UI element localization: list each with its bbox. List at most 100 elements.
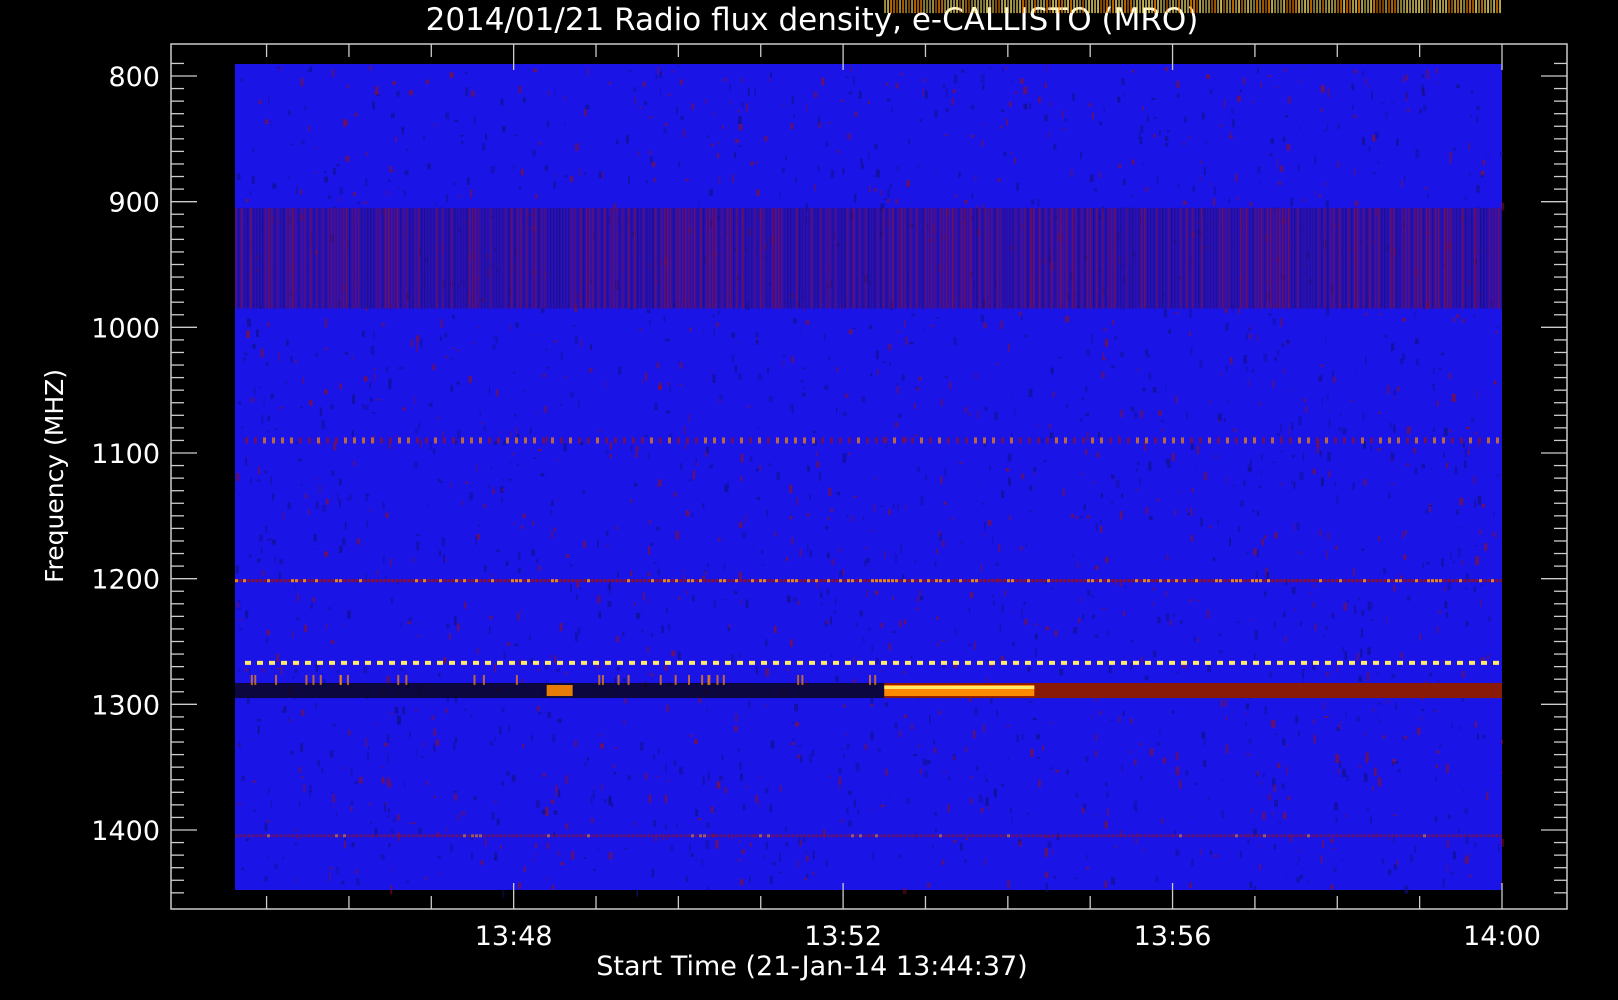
rfi-stripe — [1087, 207, 1089, 309]
emission-line — [863, 579, 866, 583]
emission-line — [887, 834, 890, 838]
dotted-emission — [473, 660, 479, 665]
rfi-stripe — [805, 207, 807, 309]
x-axis-label: Start Time (21-Jan-14 13:44:37) — [596, 951, 1027, 982]
dotted-emission — [362, 437, 365, 444]
rfi-stripe — [889, 207, 891, 309]
dotted-emission — [845, 660, 851, 665]
rfi-stripe — [679, 207, 681, 309]
emission-line — [1355, 579, 1358, 583]
rfi-stripe — [832, 207, 834, 309]
burst-spike — [1085, 0, 1087, 14]
burst-spike — [935, 0, 937, 14]
burst-spike — [1088, 0, 1090, 14]
emission-line — [235, 579, 238, 583]
emission-line — [507, 834, 510, 838]
rfi-stripe — [820, 207, 822, 309]
burst-spike — [1124, 0, 1126, 14]
emission-line — [1359, 834, 1362, 838]
rfi-stripe — [838, 207, 840, 309]
dotted-emission — [1289, 660, 1295, 665]
dotted-emission — [1169, 660, 1175, 665]
rfi-stripe — [1303, 207, 1305, 309]
dotted-emission — [614, 437, 617, 444]
emission-line — [1327, 579, 1330, 583]
emission-line — [707, 834, 710, 838]
dotted-emission — [1406, 437, 1409, 444]
dotted-emission — [407, 437, 410, 444]
emission-line — [459, 579, 462, 583]
emission-line — [1011, 579, 1014, 583]
burst-spike — [995, 0, 997, 14]
rfi-stripe — [844, 207, 846, 309]
dotted-emission — [1118, 437, 1121, 444]
emission-line — [1467, 834, 1470, 838]
rfi-stripe — [1297, 207, 1299, 309]
dotted-emission — [1478, 437, 1481, 444]
burst-spike — [1235, 0, 1237, 14]
emission-line — [1319, 579, 1322, 583]
emission-line — [1471, 834, 1474, 838]
emission-line — [839, 834, 842, 838]
dotted-emission — [1409, 660, 1415, 665]
emission-line — [695, 579, 698, 583]
rfi-stripe — [1057, 207, 1059, 309]
dotted-emission — [1145, 660, 1151, 665]
rfi-stripe — [961, 207, 963, 309]
rfi-stripe — [970, 207, 972, 309]
dotted-emission — [1097, 660, 1103, 665]
rfi-stripe — [787, 207, 789, 309]
rfi-stripe — [442, 207, 444, 309]
rfi-stripe — [985, 207, 987, 309]
dotted-emission — [479, 437, 482, 444]
rfi-stripe — [1150, 207, 1152, 309]
dark-band-spike — [250, 674, 253, 685]
rfi-stripe — [1423, 207, 1425, 309]
dotted-emission — [1496, 437, 1499, 444]
emission-line — [1371, 834, 1374, 838]
rfi-stripe — [1042, 207, 1044, 309]
emission-line — [263, 834, 266, 838]
burst-spike — [1496, 0, 1498, 14]
rfi-stripe — [295, 207, 297, 309]
emission-line — [1435, 579, 1438, 583]
rfi-stripe — [298, 207, 300, 309]
rfi-stripe — [235, 207, 237, 309]
rfi-stripe — [634, 207, 636, 309]
rfi-stripe — [1018, 207, 1020, 309]
dotted-emission — [1301, 660, 1307, 665]
emission-line — [1447, 834, 1450, 838]
dotted-emission — [416, 437, 419, 444]
emission-line — [279, 579, 282, 583]
emission-line — [1099, 579, 1102, 583]
burst-spike — [1016, 0, 1018, 14]
dotted-emission — [650, 437, 653, 444]
emission-line — [655, 834, 658, 838]
emission-line — [1071, 579, 1074, 583]
rfi-stripe — [1186, 207, 1188, 309]
burst-spike — [1127, 0, 1129, 14]
dotted-emission — [1313, 660, 1319, 665]
burst-spike — [1481, 0, 1483, 14]
dotted-emission — [1277, 660, 1283, 665]
emission-line — [1411, 834, 1414, 838]
rfi-stripe — [1243, 207, 1245, 309]
emission-line — [471, 579, 474, 583]
burst-spike — [974, 0, 976, 14]
burst-spike — [1454, 0, 1456, 14]
emission-line — [283, 579, 286, 583]
emission-line — [1107, 834, 1110, 838]
burst-spike — [1448, 0, 1450, 14]
burst-spike — [914, 0, 916, 14]
rfi-stripe — [1012, 207, 1014, 309]
emission-line — [1295, 834, 1298, 838]
emission-line — [1095, 834, 1098, 838]
rfi-stripe — [460, 207, 462, 309]
emission-line — [1019, 834, 1022, 838]
burst-spike — [1238, 0, 1240, 14]
burst-spike — [1019, 0, 1021, 14]
dotted-emission — [749, 437, 752, 444]
rfi-stripe — [691, 207, 693, 309]
rfi-stripe — [988, 207, 990, 309]
dotted-emission — [920, 437, 923, 444]
